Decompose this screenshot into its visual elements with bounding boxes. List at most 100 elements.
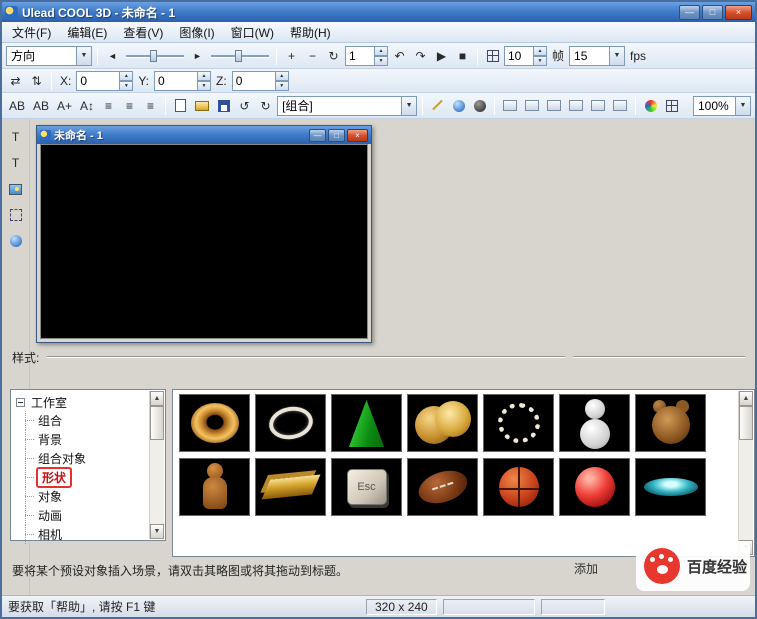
line-height-icon[interactable]: A↕ (77, 96, 97, 116)
spin-up-icon[interactable]: ▲ (375, 45, 388, 56)
eyedropper-icon[interactable] (428, 96, 447, 116)
gallery-scrollbar[interactable]: ▲ ▼ (738, 391, 753, 555)
edit-text-icon[interactable]: T (6, 153, 25, 173)
document-title-bar[interactable]: 未命名 - 1 — □ × (37, 126, 371, 144)
sphere-tool-icon[interactable] (6, 231, 25, 251)
play-backward-icon[interactable]: ↶ (390, 46, 409, 66)
render-sphere-icon[interactable] (449, 96, 468, 116)
x-position-spin[interactable]: 0 ▲ ▼ (76, 70, 134, 91)
insert-image-icon[interactable] (6, 179, 25, 199)
zoom-combo[interactable]: 100% ▼ (693, 95, 751, 116)
panel-toggle-4-icon[interactable] (566, 96, 586, 116)
y-position-spin[interactable]: 0 ▲ ▼ (154, 70, 212, 91)
total-frames-spin[interactable]: 10 ▲ ▼ (504, 45, 547, 66)
spin-down-icon[interactable]: ▼ (120, 80, 134, 91)
spin-up-icon[interactable]: ▲ (120, 70, 134, 81)
menu-view[interactable]: 查看(V) (115, 22, 171, 43)
document-window[interactable]: 未命名 - 1 — □ × (36, 125, 372, 343)
align-center-icon[interactable]: ≡ (120, 96, 139, 116)
thumbnail-snowman[interactable] (559, 394, 630, 452)
align-left-icon[interactable]: ≡ (99, 96, 118, 116)
tree-scrollbar[interactable]: ▲ ▼ (149, 391, 164, 539)
scroll-down-icon[interactable]: ▼ (150, 524, 164, 539)
menu-edit[interactable]: 编辑(E) (59, 22, 115, 43)
thumbnail-donut[interactable] (179, 394, 250, 452)
stop-icon[interactable]: ■ (453, 46, 472, 66)
spin-down-icon[interactable]: ▼ (375, 55, 388, 66)
x-position-spin-value[interactable]: 0 (76, 70, 121, 91)
tree-root-studio[interactable]: 工作室 (16, 393, 147, 411)
panel-toggle-6-icon[interactable] (610, 96, 630, 116)
spin-down-icon[interactable]: ▼ (275, 80, 289, 91)
horizontal-text-icon[interactable]: AB (6, 96, 28, 116)
direction-combo[interactable]: 方向 ▼ (6, 45, 92, 66)
tree-item-object[interactable]: 对象 (20, 487, 147, 506)
panel-toggle-3-icon[interactable] (544, 96, 564, 116)
kerning-icon[interactable]: A+ (54, 96, 75, 116)
menu-image[interactable]: 图像(I) (171, 22, 222, 43)
current-frame-spin[interactable]: 1 ▲ ▼ (345, 45, 388, 66)
3d-canvas[interactable] (40, 144, 368, 339)
thumbnail-basketball[interactable] (483, 458, 554, 516)
panel-toggle-1-icon[interactable] (500, 96, 520, 116)
panel-toggle-5-icon[interactable] (588, 96, 608, 116)
thumbnail-gold-coins[interactable] (407, 394, 478, 452)
document-close-button[interactable]: × (347, 128, 368, 142)
tree-item-background[interactable]: 背景 (20, 430, 147, 449)
tree-item-composite-object[interactable]: 组合对象 (20, 449, 147, 468)
thumbnail-pearl-ring[interactable] (255, 394, 326, 452)
menu-file[interactable]: 文件(F) (4, 22, 59, 43)
chevron-down-icon[interactable]: ▼ (609, 46, 625, 65)
scroll-thumb[interactable] (150, 406, 164, 440)
delete-frame-icon[interactable]: − (303, 46, 322, 66)
chevron-down-icon[interactable]: ▼ (401, 96, 417, 115)
thumbnail-pearl-necklace[interactable] (483, 394, 554, 452)
z-position-spin[interactable]: 0 ▲ ▼ (231, 70, 289, 91)
move-vertical-icon[interactable]: ⇅ (27, 71, 46, 91)
fps-combo[interactable]: 15 ▼ (569, 45, 626, 66)
frame-slider[interactable] (124, 47, 186, 65)
thumbnail-teddy-bear[interactable] (635, 394, 706, 452)
redo-icon[interactable]: ↻ (256, 96, 275, 116)
scroll-up-icon[interactable]: ▲ (739, 391, 753, 406)
texture-palette-icon[interactable] (641, 96, 660, 116)
grid-icon[interactable] (662, 96, 681, 116)
vertical-text-icon[interactable]: AB (30, 96, 52, 116)
step-forward-icon[interactable]: ► (188, 46, 207, 66)
tree-item-camera[interactable]: 相机 (20, 525, 147, 544)
spin-up-icon[interactable]: ▲ (534, 45, 547, 56)
insert-text-icon[interactable]: T (6, 127, 25, 147)
tree-item-animation[interactable]: 动画 (20, 506, 147, 525)
move-horizontal-icon[interactable]: ⇄ (6, 71, 25, 91)
play-forward-icon[interactable]: ↷ (411, 46, 430, 66)
menu-help[interactable]: 帮助(H) (282, 22, 339, 43)
collapse-icon[interactable] (16, 397, 25, 407)
slider-thumb[interactable] (235, 49, 242, 62)
save-file-icon[interactable] (214, 96, 233, 116)
play-icon[interactable]: ▶ (432, 46, 451, 66)
add-frame-icon[interactable]: + (282, 46, 301, 66)
thumbnail-red-ball[interactable] (559, 458, 630, 516)
new-file-icon[interactable] (171, 96, 190, 116)
spin-down-icon[interactable]: ▼ (198, 80, 212, 91)
document-maximize-button[interactable]: □ (328, 128, 345, 142)
tree-item-composition[interactable]: 组合 (20, 411, 147, 430)
z-position-spin-value[interactable]: 0 (231, 70, 276, 91)
open-file-icon[interactable] (192, 96, 212, 116)
scroll-up-icon[interactable]: ▲ (150, 391, 164, 406)
speed-slider[interactable] (209, 47, 271, 65)
spin-up-icon[interactable]: ▲ (198, 70, 212, 81)
tree-item-shape[interactable]: 形状 (20, 467, 147, 488)
thumbnail-gold-bar[interactable] (255, 458, 326, 516)
panel-toggle-2-icon[interactable] (522, 96, 542, 116)
loop-playback-icon[interactable]: ↻ (324, 46, 343, 66)
close-button[interactable]: × (725, 4, 752, 20)
chevron-down-icon[interactable]: ▼ (735, 96, 750, 115)
slider-thumb[interactable] (150, 49, 157, 62)
thumbnail-esc-key[interactable]: Esc (331, 458, 402, 516)
thumbnail-football[interactable] (407, 458, 478, 516)
minimize-button[interactable]: — (679, 4, 700, 20)
title-bar[interactable]: Ulead COOL 3D - 未命名 - 1 — □ × (2, 2, 755, 22)
current-frame-spin-value[interactable]: 1 (345, 45, 375, 66)
chevron-down-icon[interactable]: ▼ (76, 46, 91, 65)
